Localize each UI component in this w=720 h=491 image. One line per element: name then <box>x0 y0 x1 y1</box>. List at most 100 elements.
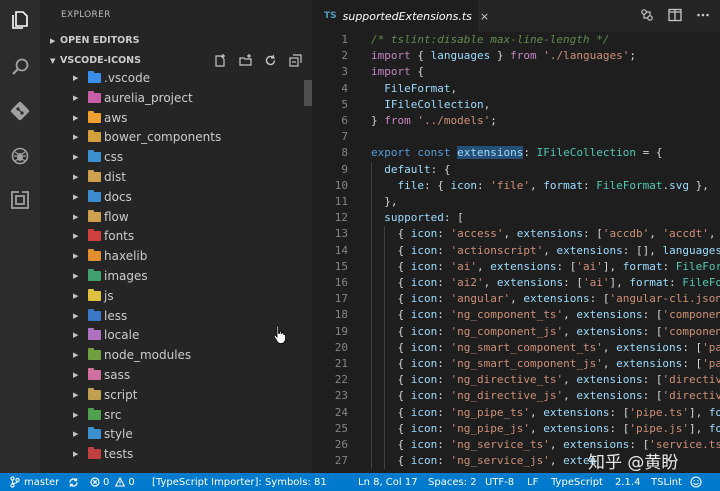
feedback-button[interactable] <box>690 473 702 491</box>
split-editor-icon[interactable] <box>668 8 682 22</box>
more-actions-icon[interactable] <box>696 8 710 22</box>
code-line[interactable]: 10 file: { icon: 'file', format: FileFor… <box>312 178 720 194</box>
code-token: : <box>437 243 451 257</box>
code-line[interactable]: 1 /* tslint:disable max-line-length */ <box>312 32 720 48</box>
tree-item[interactable]: ▶ css <box>40 147 302 167</box>
code-line[interactable]: 22 { icon: 'ng_directive_ts', extensions… <box>312 372 720 388</box>
tree-item[interactable]: ▶ dist <box>40 167 302 187</box>
tslint-status[interactable]: TSLint <box>651 473 682 491</box>
sync-icon <box>69 477 78 487</box>
code-token: = { <box>635 146 663 160</box>
error-icon <box>90 477 100 487</box>
code-line[interactable]: 8 export const extensions: IFileCollectio… <box>312 145 720 161</box>
tree-item[interactable]: ▶ aws <box>40 108 302 128</box>
tree-item[interactable]: ▶ node_modules <box>40 345 302 365</box>
sync-button[interactable] <box>68 473 79 491</box>
code-line[interactable]: 3 import { <box>312 64 720 80</box>
code-line[interactable]: 9 default: { <box>312 162 720 178</box>
close-icon[interactable]: × <box>480 10 489 23</box>
tree-item[interactable]: ▶ bower_components <box>40 127 302 147</box>
code-token: supported <box>384 211 444 225</box>
refresh-icon[interactable] <box>263 53 277 67</box>
tree-item[interactable]: ▶ .vscode <box>40 68 302 88</box>
tree-item[interactable]: ▶ flow <box>40 207 302 227</box>
code-line[interactable]: 24 { icon: 'ng_pipe_ts', extensions: ['p… <box>312 405 720 421</box>
code-token: , <box>649 227 663 241</box>
tree-item[interactable]: ▶ sass <box>40 365 302 385</box>
code-line[interactable]: 20 { icon: 'ng_smart_component_ts', exte… <box>312 340 720 356</box>
tree-item-label: haxelib <box>104 249 148 264</box>
code-token: , <box>602 340 617 354</box>
code-line[interactable]: 18 { icon: 'ng_component_ts', extensions… <box>312 307 720 323</box>
code-line[interactable]: 4 FileFormat, <box>312 81 720 97</box>
code-line[interactable]: 6} from '../models'; <box>312 113 720 129</box>
code-line[interactable]: 11 }, <box>312 194 720 210</box>
tree-item[interactable]: ▶ haxelib <box>40 246 302 266</box>
tree-item[interactable]: ▶ fonts <box>40 226 302 246</box>
code-token: extensions <box>543 405 610 419</box>
tree-item[interactable]: ▶ aurelia_project <box>40 88 302 108</box>
code-line[interactable]: 21 { icon: 'ng_smart_component_js', exte… <box>312 356 720 372</box>
code-token: : [ <box>582 227 603 241</box>
code-line[interactable]: 2 import { languages } from './languages'… <box>312 48 720 64</box>
code-line[interactable]: 14 { icon: 'actionscript', extensions: [… <box>312 243 720 259</box>
code-line[interactable]: 17 { icon: 'angular', extensions: ['angu… <box>312 291 720 307</box>
code-text: { icon: 'ai2', extensions: ['ai'], forma… <box>371 275 720 291</box>
encoding[interactable]: UTF-8 <box>485 473 514 491</box>
code-token: { <box>371 421 411 435</box>
open-changes-icon[interactable] <box>640 8 654 22</box>
typescript-importer-status[interactable]: [TypeScript Importer]: Symbols: 81 <box>152 473 327 491</box>
collapse-all-icon[interactable] <box>288 53 302 67</box>
tree-item[interactable]: ▶ images <box>40 266 302 286</box>
tree-item[interactable]: ▶ src <box>40 405 302 425</box>
language-mode[interactable]: TypeScript <box>551 473 603 491</box>
open-editors-section[interactable]: ▶ OPEN EDITORS <box>50 35 139 46</box>
end-of-line[interactable]: LF <box>527 473 538 491</box>
tree-item-label: style <box>104 427 133 442</box>
problems-indicator[interactable]: 0 0 <box>90 473 135 491</box>
sidebar-scrollbar[interactable] <box>304 80 312 106</box>
search-icon[interactable] <box>9 56 31 78</box>
tab-supported-extensions[interactable]: TS supportedExtensions.ts × <box>312 0 489 32</box>
branch-indicator[interactable]: master <box>10 473 59 491</box>
code-token: 'access' <box>450 227 504 241</box>
debug-icon[interactable] <box>9 145 31 167</box>
tree-item-label: tests <box>104 447 134 462</box>
code-line[interactable]: 13 { icon: 'access', extensions: ['accdb… <box>312 226 720 242</box>
code-token: { <box>410 65 424 79</box>
tree-item[interactable]: ▶ less <box>40 306 302 326</box>
code-token: : <box>437 227 451 241</box>
code-line[interactable]: 23 { icon: 'ng_directive_js', extensions… <box>312 388 720 404</box>
code-line[interactable]: 25 { icon: 'ng_pipe_js', extensions: ['p… <box>312 421 720 437</box>
code-token: : [ <box>563 276 583 289</box>
tree-item[interactable]: ▶ tests <box>40 444 302 464</box>
code-line[interactable]: 7 <box>312 129 720 145</box>
code-text: { icon: 'ng_directive_ts', extensions: [… <box>371 372 720 388</box>
folder-section[interactable]: ▼ VSCODE-ICONS <box>50 55 141 66</box>
code-line[interactable]: 16 { icon: 'ai2', extensions: ['ai'], fo… <box>312 275 720 291</box>
extensions-icon[interactable] <box>9 189 31 211</box>
new-file-icon[interactable] <box>213 53 227 67</box>
code-line[interactable]: 5 IFileCollection, <box>312 97 720 113</box>
code-line[interactable]: 15 { icon: 'ai', extensions: ['ai'], for… <box>312 259 720 275</box>
code-line[interactable]: 12 supported: [ <box>312 210 720 226</box>
typescript-version[interactable]: 2.1.4 <box>615 473 640 491</box>
source-control-icon[interactable] <box>9 100 31 122</box>
code-token: ], <box>609 276 630 289</box>
tree-item[interactable]: ▶ script <box>40 385 302 405</box>
code-token: : <box>437 454 451 468</box>
files-icon[interactable] <box>9 9 31 31</box>
new-folder-icon[interactable] <box>238 53 252 67</box>
code-line[interactable]: 19 { icon: 'ng_component_js', extensions… <box>312 324 720 340</box>
indentation[interactable]: Spaces: 2 <box>428 473 477 491</box>
tree-item[interactable]: ▶ style <box>40 424 302 444</box>
code-editor[interactable]: 1 /* tslint:disable max-line-length */ 2 im… <box>312 32 720 473</box>
cursor-position[interactable]: Ln 8, Col 17 <box>358 473 418 491</box>
tree-item[interactable]: ▶ locale <box>40 325 302 345</box>
tree-item[interactable]: ▶ js <box>40 286 302 306</box>
code-token: extensions <box>496 276 564 289</box>
code-token: icon <box>410 405 438 419</box>
tree-item[interactable]: ▶ docs <box>40 187 302 207</box>
folder-icon <box>88 348 101 361</box>
